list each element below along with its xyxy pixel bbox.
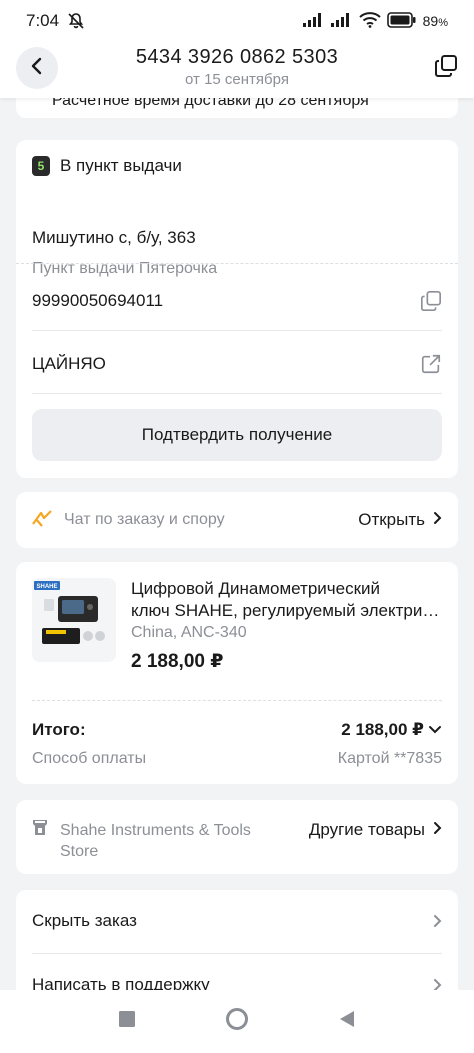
- product-thumb-brand: SHAHE: [36, 584, 57, 590]
- store-name[interactable]: Shahe Instruments & Tools Store: [60, 820, 290, 862]
- chat-dispute-icon: [32, 509, 52, 532]
- delivery-type-label: В пункт выдачи: [60, 156, 182, 175]
- product-variant: China, ANC-340: [131, 624, 247, 641]
- tracking-number-row[interactable]: 99990050694011: [32, 281, 442, 321]
- status-bar: 7:04 89%: [0, 0, 474, 42]
- product-image[interactable]: SHAHE: [32, 578, 116, 662]
- product-name-line-1: Цифровой Динамометрический: [131, 579, 381, 598]
- divider: [16, 263, 458, 264]
- total-label: Итого:: [32, 720, 86, 739]
- status-time: 7:04: [26, 11, 60, 30]
- total-row[interactable]: Итого: 2 188,00 ₽: [32, 720, 442, 740]
- pyaterochka-logo-icon: 5: [32, 156, 50, 176]
- back-nav-button[interactable]: [332, 1007, 362, 1037]
- home-button[interactable]: [222, 1007, 252, 1037]
- chat-label: Чат по заказу и спору: [64, 511, 225, 528]
- copy-icon[interactable]: [420, 290, 442, 312]
- order-details-scroll[interactable]: Расчетное время доставки до 28 сентября …: [0, 98, 474, 990]
- battery-percent: 89%: [422, 13, 448, 29]
- chevron-right-icon: [433, 978, 442, 990]
- write-support-label: Написать в поддержку: [32, 975, 210, 990]
- divider: [32, 330, 442, 331]
- store-icon: [32, 818, 48, 841]
- store-card: Shahe Instruments & Tools Store Другие т…: [16, 800, 458, 874]
- square-icon: [119, 1011, 135, 1032]
- payment-value: Картой **7835: [337, 750, 442, 767]
- delivery-estimate: Расчетное время доставки до 28 сентября: [16, 98, 458, 118]
- chat-open-button[interactable]: Открыть: [358, 510, 442, 530]
- product-price: 2 188,00 ₽: [131, 651, 224, 672]
- product-card: SHAHE Цифровой Динамометрический ключ SH…: [16, 562, 458, 784]
- chat-open-label: Открыть: [358, 510, 425, 529]
- confirm-receipt-button[interactable]: Подтвердить получение: [32, 409, 442, 461]
- other-products-button[interactable]: Другие товары: [309, 820, 442, 840]
- order-header: 5434 3926 0862 5303 от 15 сентября: [0, 42, 474, 98]
- carrier-row[interactable]: ЦАЙНЯО: [32, 344, 442, 384]
- divider: [32, 953, 442, 954]
- delivery-type: 5 В пункт выдачи: [32, 156, 182, 176]
- copy-icon: [434, 54, 458, 83]
- total-value: 2 188,00 ₽: [341, 720, 424, 739]
- battery-icon: [386, 11, 417, 31]
- other-products-label: Другие товары: [308, 820, 425, 839]
- payment-label: Способ оплаты: [32, 750, 147, 767]
- chevron-right-icon: [433, 820, 442, 840]
- hide-order-item[interactable]: Скрыть заказ: [32, 896, 442, 946]
- divider: [32, 700, 442, 701]
- order-chat-row[interactable]: Чат по заказу и спору Открыть: [16, 492, 458, 548]
- external-link-icon[interactable]: [420, 353, 442, 375]
- order-date: от 15 сентября: [185, 71, 289, 88]
- hide-order-label: Скрыть заказ: [32, 911, 137, 930]
- chevron-right-icon: [433, 510, 442, 530]
- triangle-back-icon: [339, 1010, 355, 1033]
- chevron-right-icon: [433, 914, 442, 928]
- write-support-item[interactable]: Написать в поддержку: [32, 960, 442, 990]
- system-nav-bar: [0, 990, 474, 1053]
- product-name-line-2: ключ SHAHE, регулируемый электрический: [131, 601, 443, 620]
- product-name[interactable]: Цифровой Динамометрический ключ SHAHE, р…: [131, 578, 443, 622]
- pickup-address: Мишутино с, б/у, 363: [32, 228, 196, 247]
- divider: [32, 393, 442, 394]
- chevron-down-icon: [428, 720, 442, 740]
- payment-method-row: Способ оплаты Картой **7835: [32, 750, 442, 768]
- signal-icon: [330, 12, 353, 30]
- muted-bell-icon: [67, 12, 85, 30]
- circle-icon: [225, 1007, 249, 1036]
- delivery-estimate-text: Расчетное время доставки до 28 сентября: [52, 98, 369, 109]
- copy-order-number-button[interactable]: [432, 54, 460, 82]
- pickup-card: 5 В пункт выдачи Мишутино с, б/у, 363 Пу…: [16, 140, 458, 478]
- order-number: 5434 3926 0862 5303: [135, 46, 339, 68]
- carrier-name: ЦАЙНЯО: [32, 354, 106, 373]
- signal-icon: [302, 12, 325, 30]
- wifi-icon: [358, 11, 381, 31]
- order-actions-menu: Скрыть заказ Написать в поддержку: [16, 890, 458, 990]
- tracking-number: 99990050694011: [32, 291, 164, 310]
- recent-apps-button[interactable]: [112, 1007, 142, 1037]
